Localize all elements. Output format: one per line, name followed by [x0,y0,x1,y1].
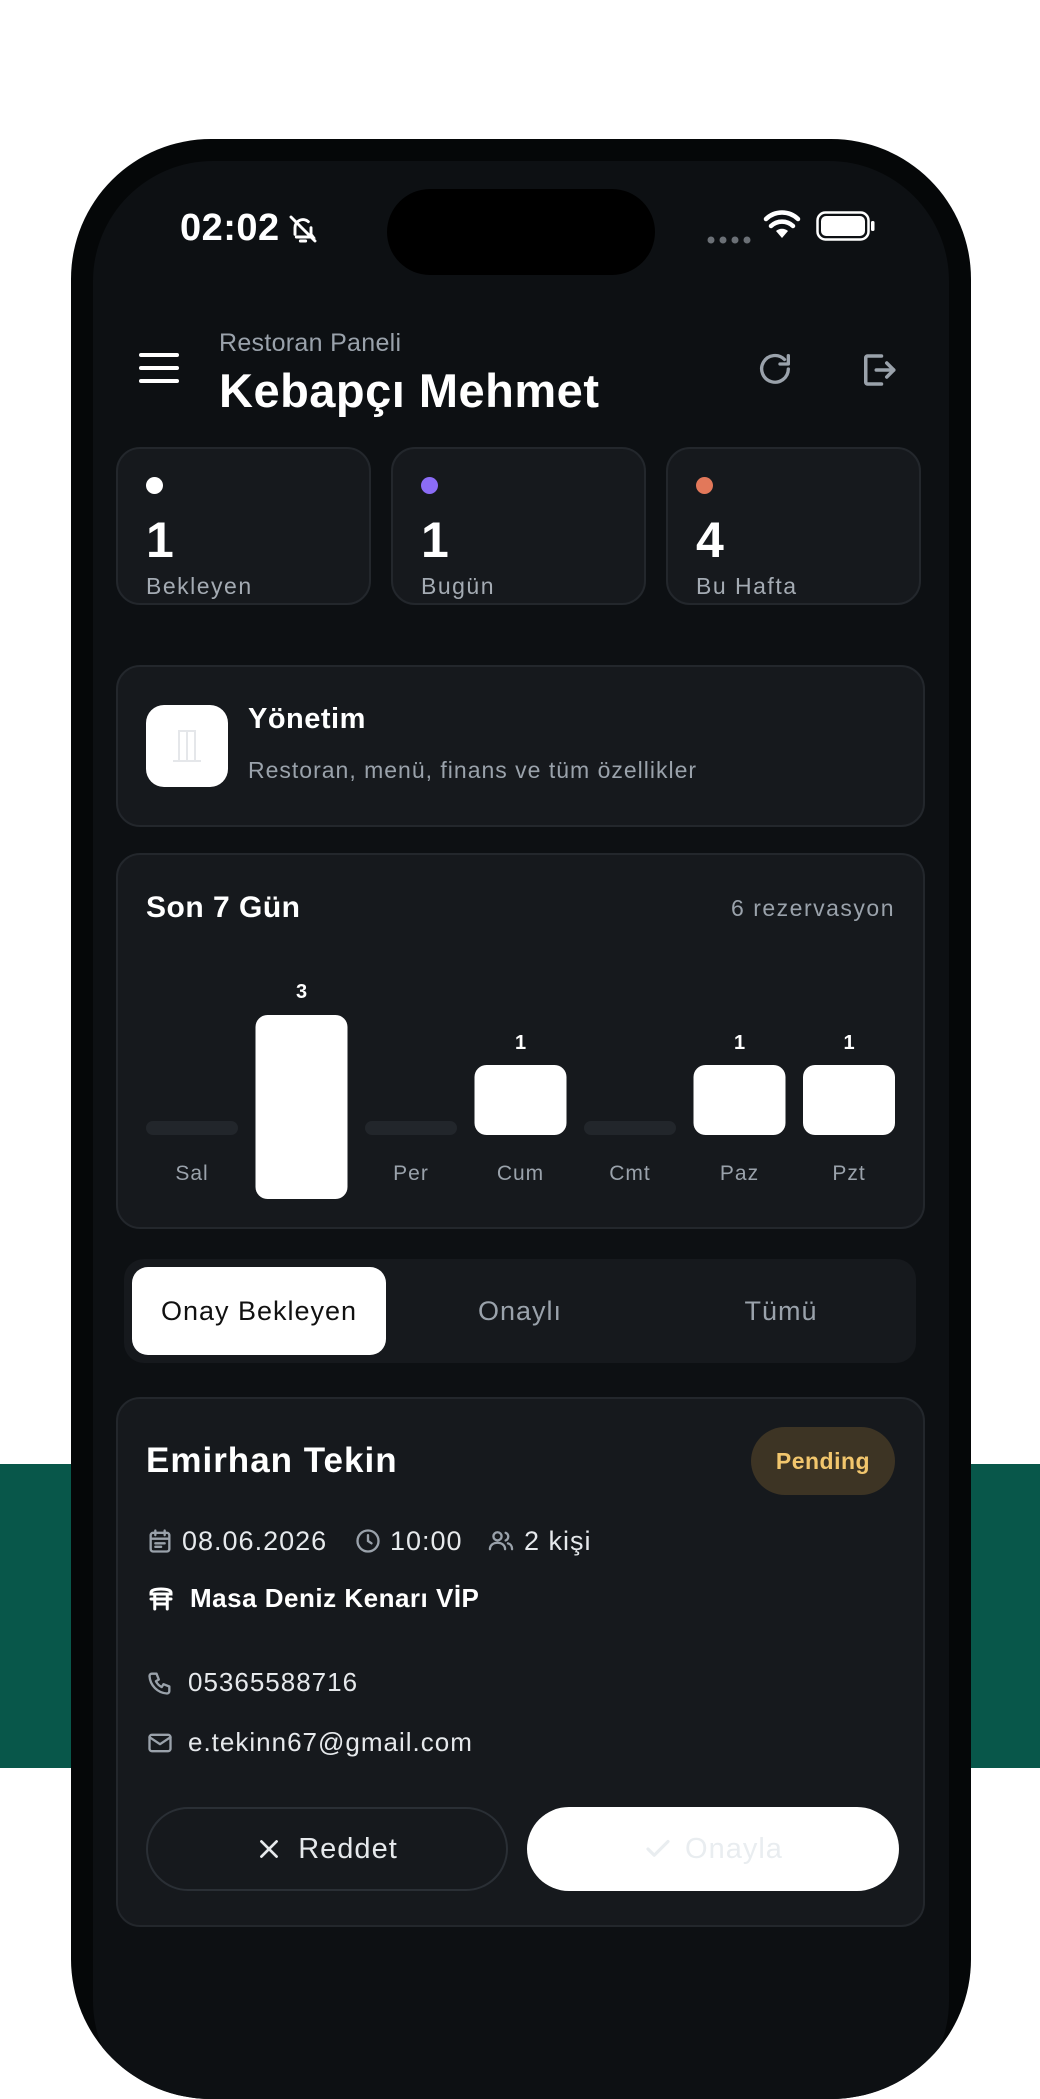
chart-reservation-count: 6 rezervasyon [731,895,895,921]
bar-value-label: 3 [296,981,307,1003]
stat-label: Bu Hafta [696,573,798,599]
approve-button[interactable]: Onayla [527,1807,899,1891]
chart-bar [693,1065,786,1135]
phone-icon [148,1672,171,1695]
reject-label: Reddet [298,1832,398,1865]
reservation-guests: 2 kişi [486,1521,592,1561]
chart-bar-empty [146,1121,238,1135]
clock-icon [356,1529,380,1553]
check-icon [646,1839,670,1857]
close-icon [260,1840,279,1858]
stat-value: 1 [421,512,449,568]
guest-name: Emirhan Tekin [146,1441,398,1480]
status-dot [696,477,713,494]
reservation-card: Emirhan Tekin Pending 08.06.2026 10:00 2… [116,1397,925,1927]
users-icon [488,1531,514,1551]
chart-title: Son 7 Gün [146,891,301,924]
phone-frame: 02:02 Restoran Paneli Kebapçı Mehmet 1 B… [71,139,971,2099]
guests-text: 2 kişi [524,1525,592,1556]
approve-label: Onayla [685,1832,783,1865]
x-tick-label: Cum [497,1162,544,1185]
table-text: Masa Deniz Kenarı VİP [190,1583,480,1613]
stat-value: 1 [146,512,174,568]
x-tick-label: Pzt [832,1162,865,1185]
status-bar: 02:02 [93,161,949,281]
date-text: 08.06.2026 [182,1525,328,1556]
status-dot [146,477,163,494]
filter-tabs: Onay Bekleyen Onaylı Tümü [124,1259,916,1363]
management-icon [146,705,228,787]
table-icon [149,1586,173,1610]
battery-icon [816,211,875,241]
status-badge: Pending [751,1427,895,1495]
refresh-icon[interactable] [755,349,795,389]
status-time: 02:02 [180,207,280,249]
management-card[interactable]: Yönetim Restoran, menü, finans ve tüm öz… [116,665,925,827]
bar-value-label: 1 [734,1032,745,1054]
chart-bar-empty [365,1121,457,1135]
stat-card-pending[interactable]: 1 Bekleyen [116,447,371,605]
chart-bar-empty [584,1121,676,1135]
guest-email[interactable]: e.tekinn67@gmail.com [146,1727,473,1758]
restaurant-title: Kebapçı Mehmet [219,364,600,417]
building-icon [173,730,201,762]
guest-phone[interactable]: 05365588716 [146,1667,358,1698]
reservation-table: Masa Deniz Kenarı VİP [146,1583,479,1614]
logout-icon[interactable] [857,349,899,391]
bell-off-icon [289,215,317,243]
email-text: e.tekinn67@gmail.com [188,1727,473,1757]
status-dot [421,477,438,494]
stat-card-week[interactable]: 4 Bu Hafta [666,447,921,605]
calendar-icon [149,1529,171,1553]
wifi-icon [763,210,801,238]
time-text: 10:00 [390,1525,463,1556]
bar-value-label: 1 [843,1032,854,1054]
reject-button[interactable]: Reddet [146,1807,508,1891]
x-tick-label: Cmt [609,1162,651,1185]
signal-icon [707,236,751,244]
phone-text: 05365588716 [188,1667,359,1697]
x-tick-label: Sal [175,1162,208,1185]
dynamic-island [387,189,655,275]
x-tick-label: Per [393,1162,429,1185]
panel-subtitle: Restoran Paneli [219,329,402,357]
app-screen: 02:02 Restoran Paneli Kebapçı Mehmet 1 B… [93,161,949,2099]
reservation-date: 08.06.2026 [146,1521,327,1561]
mail-icon [148,1733,172,1752]
stat-label: Bekleyen [146,573,253,599]
x-tick-label: Paz [720,1162,759,1185]
chart-bar [255,1015,348,1199]
tab-all[interactable]: Tümü [654,1267,908,1355]
stat-card-today[interactable]: 1 Bugün [391,447,646,605]
stat-label: Bugün [421,573,496,599]
chart-bar [803,1065,895,1135]
management-title: Yönetim [248,703,366,735]
stat-value: 4 [696,512,724,568]
tab-pending[interactable]: Onay Bekleyen [132,1267,386,1355]
tab-approved[interactable]: Onaylı [393,1267,647,1355]
chart-bar [474,1065,567,1135]
reservation-time: 10:00 [354,1521,463,1561]
menu-icon[interactable] [139,351,179,385]
weekly-chart-card: Sal 3 Per 1 Cum Cmt 1 Paz 1 Pzt Son 7 Gün 6 rezer… [116,853,925,1229]
bar-value-label: 1 [515,1032,526,1054]
management-description: Restoran, menü, finans ve tüm özellikler [248,757,698,783]
